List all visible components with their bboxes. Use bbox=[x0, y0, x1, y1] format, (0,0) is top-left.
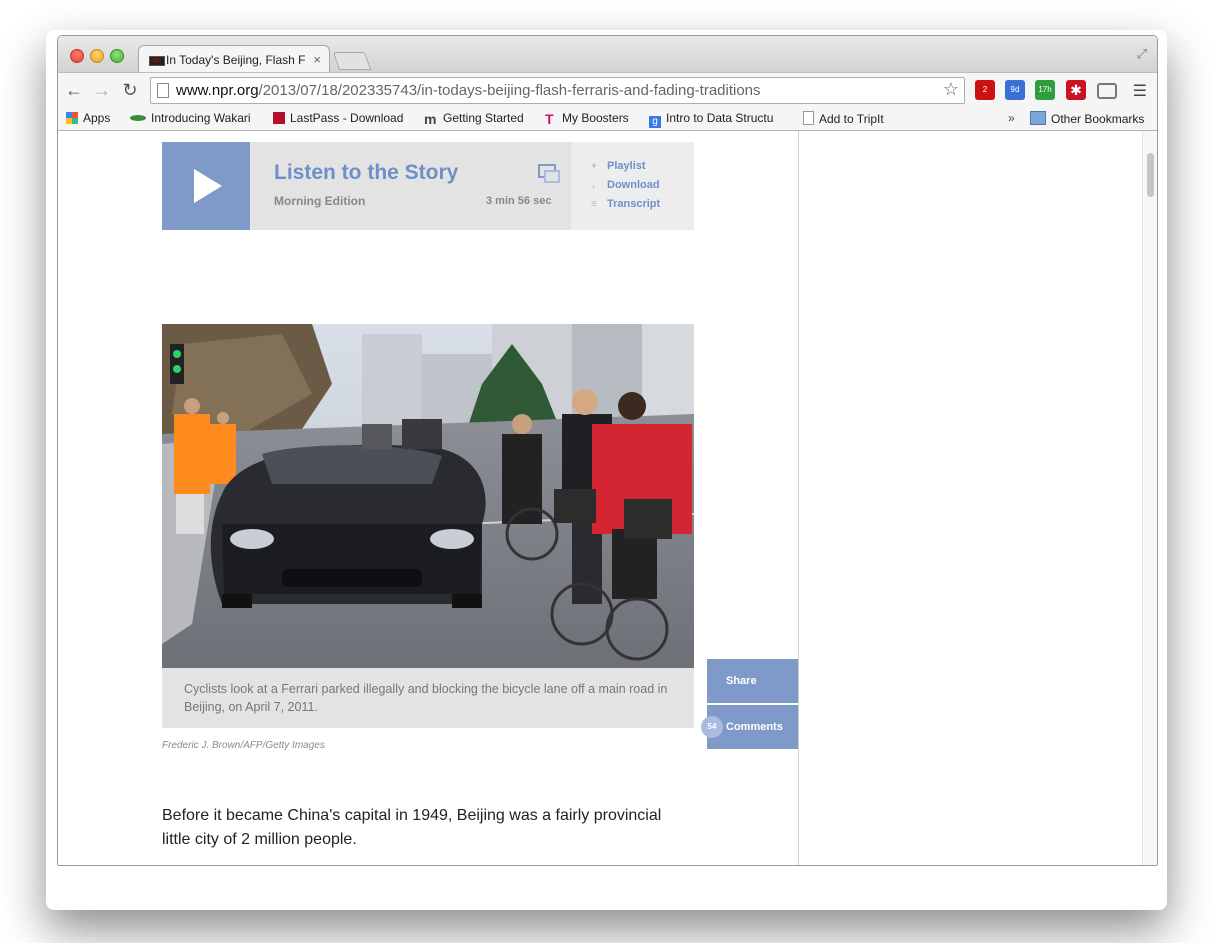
other-bookmarks[interactable]: Other Bookmarks bbox=[1030, 111, 1144, 126]
playlist-link[interactable]: + Playlist bbox=[591, 160, 646, 172]
folder-icon bbox=[1030, 111, 1046, 125]
adblock-badge: 2 bbox=[982, 85, 988, 94]
page-content: Listen to the Story Morning Edition 3 mi… bbox=[58, 131, 1157, 865]
back-arrow-icon[interactable]: ← bbox=[64, 80, 84, 101]
tab-title: In Today's Beijing, Flash Fe bbox=[166, 53, 306, 67]
tracker-icon[interactable]: 17h bbox=[1035, 80, 1055, 100]
lastpass-icon bbox=[273, 112, 285, 124]
adblock-icon[interactable]: 2 bbox=[975, 80, 995, 100]
tracker-badge: 17h bbox=[1038, 85, 1052, 94]
photo-caption-box: Cyclists look at a Ferrari parked illega… bbox=[162, 668, 694, 728]
bookmark-label: Add to TripIt bbox=[819, 112, 884, 126]
wakari-icon bbox=[130, 115, 146, 121]
url-domain: www.npr.org bbox=[176, 82, 259, 99]
close-window-button[interactable] bbox=[70, 49, 84, 63]
browser-toolbar: ← → ↻ www.npr.org/2013/07/18/202335743/i… bbox=[58, 72, 1157, 109]
calendar-icon[interactable]: 9d bbox=[1005, 80, 1025, 100]
mendeley-icon: m bbox=[424, 111, 437, 127]
transcript-link[interactable]: ≡ Transcript bbox=[591, 198, 660, 210]
download-arrow-icon: ↓ bbox=[591, 180, 596, 191]
bookmark-star-icon[interactable]: ☆ bbox=[943, 79, 959, 100]
bookmark-my-boosters[interactable]: T My Boosters bbox=[545, 111, 629, 127]
listen-title[interactable]: Listen to the Story bbox=[274, 161, 458, 185]
bookmark-tripit[interactable]: Add to TripIt bbox=[803, 111, 884, 126]
bookmark-data-structures[interactable]: g Intro to Data Structu bbox=[649, 111, 773, 128]
url-path: /2013/07/18/202335743/in-todays-beijing-… bbox=[258, 82, 761, 99]
google-icon: g bbox=[649, 116, 661, 128]
forward-arrow-icon[interactable]: → bbox=[92, 80, 112, 101]
player-links: + Playlist ↓ Download ≡ Transcript bbox=[571, 142, 694, 230]
cast-icon[interactable] bbox=[1097, 83, 1117, 99]
bookmark-apps[interactable]: Apps bbox=[66, 111, 110, 125]
new-tab-button[interactable] bbox=[332, 52, 372, 70]
article-photo[interactable] bbox=[162, 324, 694, 668]
bookmark-label: Introducing Wakari bbox=[151, 111, 251, 125]
title-bar: npr In Today's Beijing, Flash Fe × ⤢ bbox=[58, 36, 1157, 74]
url-text[interactable]: www.npr.org/2013/07/18/202335743/in-toda… bbox=[176, 82, 761, 99]
bookmarks-overflow-chevron[interactable]: » bbox=[1008, 111, 1015, 125]
vertical-scrollbar[interactable] bbox=[1142, 131, 1157, 865]
comments-button[interactable]: 54 Comments bbox=[701, 705, 798, 749]
ferrari-cyclists-photo bbox=[162, 324, 694, 668]
playlist-label: Playlist bbox=[607, 160, 646, 172]
story-duration: 3 min 56 sec bbox=[486, 195, 552, 207]
transcript-label: Transcript bbox=[607, 198, 661, 210]
play-button[interactable] bbox=[162, 142, 250, 230]
plus-icon: + bbox=[591, 161, 597, 172]
active-tab[interactable]: npr In Today's Beijing, Flash Fe × bbox=[138, 45, 330, 74]
article-paragraph: Before it became China's capital in 1949… bbox=[162, 807, 662, 848]
comments-label: Comments bbox=[726, 721, 783, 733]
tab-close-icon[interactable]: × bbox=[313, 52, 321, 67]
bookmark-label: Intro to Data Structu bbox=[666, 111, 774, 125]
photo-credit: Frederic J. Brown/AFP/Getty Images bbox=[162, 740, 325, 751]
bookmarks-bar: Apps Introducing Wakari LastPass - Downl… bbox=[58, 108, 1157, 131]
bookmark-label: My Boosters bbox=[562, 111, 629, 125]
menu-icon[interactable]: ☰ bbox=[1133, 81, 1147, 101]
play-icon bbox=[194, 169, 222, 203]
page-icon bbox=[157, 83, 169, 98]
transcript-icon: ≡ bbox=[591, 199, 597, 210]
popout-icon[interactable] bbox=[538, 164, 560, 183]
share-label: Share bbox=[726, 675, 757, 687]
page-icon bbox=[803, 111, 814, 125]
zoom-window-button[interactable] bbox=[110, 49, 124, 63]
scrollbar-thumb[interactable] bbox=[1147, 153, 1154, 197]
fullscreen-icon[interactable]: ⤢ bbox=[1137, 46, 1147, 62]
photo-caption: Cyclists look at a Ferrari parked illega… bbox=[184, 682, 668, 714]
lastpass-extension-icon[interactable]: ✱ bbox=[1066, 80, 1086, 100]
reload-icon[interactable]: ↻ bbox=[120, 80, 140, 101]
download-label: Download bbox=[607, 179, 660, 191]
tmobile-icon: T bbox=[545, 111, 554, 127]
program-name: Morning Edition bbox=[274, 194, 366, 208]
audio-player: Listen to the Story Morning Edition 3 mi… bbox=[162, 142, 694, 230]
download-link[interactable]: ↓ Download bbox=[591, 179, 660, 191]
sidebar-divider bbox=[798, 131, 799, 865]
address-bar[interactable]: www.npr.org/2013/07/18/202335743/in-toda… bbox=[150, 77, 965, 104]
minimize-window-button[interactable] bbox=[90, 49, 104, 63]
bookmark-lastpass[interactable]: LastPass - Download bbox=[273, 111, 403, 125]
npr-favicon-icon: npr bbox=[149, 56, 165, 66]
other-bookmarks-label: Other Bookmarks bbox=[1051, 112, 1145, 126]
comments-count-badge: 54 bbox=[701, 716, 723, 738]
share-button[interactable]: Share bbox=[707, 659, 798, 703]
apps-grid-icon bbox=[66, 112, 78, 124]
bookmark-label: Getting Started bbox=[443, 111, 524, 125]
bookmark-getting-started[interactable]: m Getting Started bbox=[424, 111, 524, 127]
browser-window: npr In Today's Beijing, Flash Fe × ⤢ ← →… bbox=[57, 35, 1158, 866]
bookmark-label: LastPass - Download bbox=[290, 111, 404, 125]
calendar-badge: 9d bbox=[1010, 85, 1020, 94]
bookmark-label: Apps bbox=[83, 111, 111, 125]
bookmark-wakari[interactable]: Introducing Wakari bbox=[130, 111, 251, 125]
